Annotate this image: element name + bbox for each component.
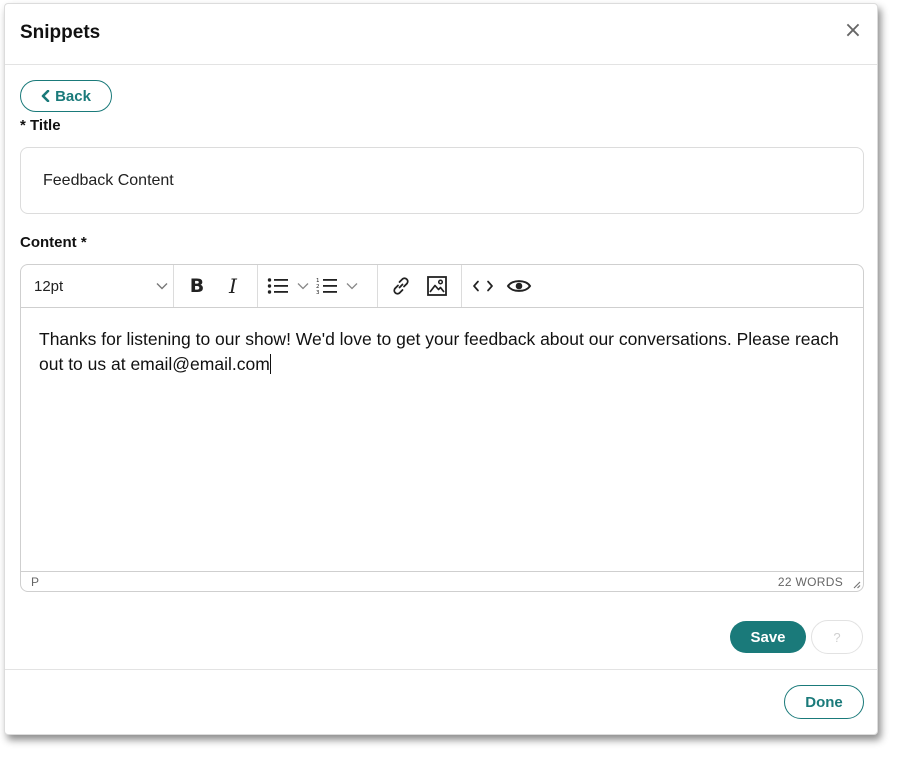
modal-title: Snippets [20, 22, 101, 43]
bullet-list-icon [267, 278, 288, 294]
numbered-list-button[interactable]: 1 2 3 [316, 269, 359, 303]
chevron-down-icon [346, 283, 358, 290]
font-size-value: 12pt [34, 277, 64, 295]
snippets-modal: Snippets × Back * Title Content * 12pt B… [4, 3, 878, 735]
modal-header: Snippets × [5, 4, 877, 65]
editor-content-area[interactable]: Thanks for listening to our show! We'd l… [21, 308, 863, 571]
svg-text:3: 3 [316, 290, 320, 295]
font-size-group: 12pt [21, 265, 174, 307]
close-button[interactable]: × [843, 20, 863, 42]
link-button[interactable] [383, 269, 419, 303]
footer-divider [5, 669, 877, 670]
list-group: 1 2 3 [257, 265, 378, 307]
editor-content-text: Thanks for listening to our show! We'd l… [39, 329, 839, 374]
view-group [461, 265, 541, 307]
chevron-left-icon [41, 90, 50, 102]
editor-toolbar: 12pt B I 1 2 3 [21, 265, 863, 308]
editor-statusbar: P 22 WORDS [21, 571, 863, 591]
image-icon [427, 276, 447, 296]
title-label: * Title [20, 117, 61, 134]
italic-button[interactable]: I [215, 269, 251, 303]
format-group: B I [173, 265, 258, 307]
font-size-select[interactable]: 12pt [34, 265, 168, 307]
help-button[interactable]: ? [811, 620, 863, 654]
code-icon [473, 280, 493, 292]
source-code-button[interactable] [465, 269, 501, 303]
chevron-down-icon [156, 283, 168, 290]
element-path[interactable]: P [31, 575, 39, 589]
back-button[interactable]: Back [20, 80, 112, 112]
done-button[interactable]: Done [784, 685, 864, 719]
resize-handle-icon[interactable] [851, 579, 861, 589]
image-button[interactable] [419, 269, 455, 303]
bold-button[interactable]: B [179, 269, 215, 303]
eye-icon [506, 280, 532, 292]
back-button-label: Back [55, 87, 91, 105]
insert-group [377, 265, 462, 307]
preview-button[interactable] [501, 269, 537, 303]
numbered-list-icon: 1 2 3 [316, 278, 337, 295]
text-caret [269, 354, 271, 374]
link-icon [393, 277, 409, 295]
title-input[interactable] [20, 147, 864, 214]
rich-text-editor: 12pt B I 1 2 3 Thanks for listening to o… [20, 264, 864, 592]
bullet-list-button[interactable] [267, 269, 310, 303]
word-count: 22 WORDS [777, 575, 843, 589]
content-label: Content * [20, 234, 87, 251]
chevron-down-icon [297, 283, 309, 290]
save-button[interactable]: Save [730, 621, 806, 653]
